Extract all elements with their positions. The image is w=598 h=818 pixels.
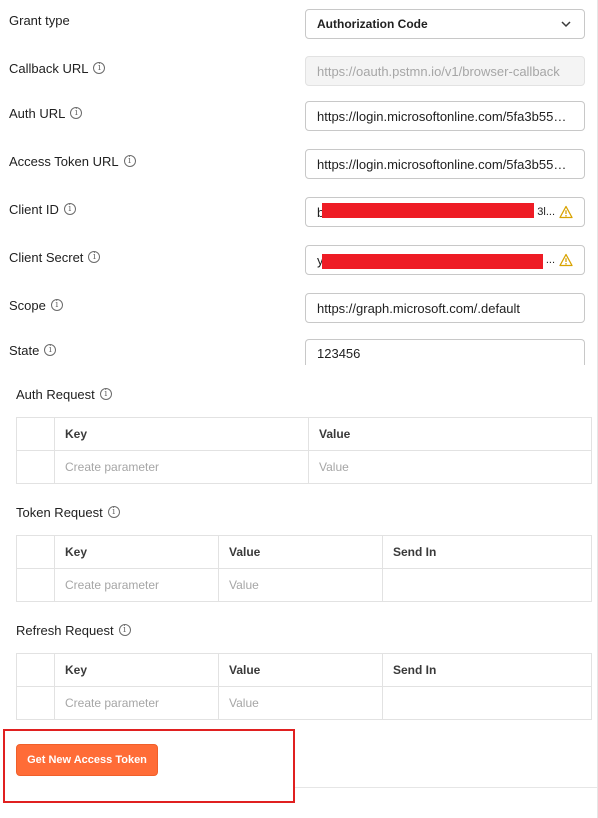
row-checkbox-cell	[16, 686, 55, 720]
auth-url-label: Auth URL i	[9, 104, 83, 122]
value-cell[interactable]: Value	[218, 568, 383, 602]
state-input[interactable]: 123456	[305, 339, 585, 365]
chevron-down-icon	[561, 21, 571, 28]
callback-url-label: Callback URL i	[9, 59, 106, 77]
info-icon[interactable]: i	[118, 624, 131, 636]
send-in-cell[interactable]	[382, 686, 592, 720]
client-id-label: Client ID i	[9, 200, 76, 218]
grant-type-label: Grant type	[9, 11, 70, 29]
access-token-url-label-text: Access Token URL	[9, 153, 119, 169]
client-secret-value-end: ...	[545, 254, 555, 266]
column-header-value: Value	[308, 417, 592, 451]
callback-url-field: https://oauth.pstmn.io/v1/browser-callba…	[305, 56, 585, 86]
table-row: Create parameter Value	[16, 450, 592, 484]
access-token-url-input[interactable]: https://login.microsoftonline.com/5fa3b5…	[305, 149, 585, 179]
auth-request-label-text: Auth Request	[16, 386, 95, 402]
info-icon[interactable]: i	[107, 506, 120, 518]
checkbox-column-header	[16, 653, 55, 687]
value-cell[interactable]: Value	[218, 686, 383, 720]
client-id-label-text: Client ID	[9, 201, 59, 217]
key-cell[interactable]: Create parameter	[54, 568, 219, 602]
info-icon[interactable]: i	[63, 203, 76, 215]
checkbox-column-header	[16, 417, 55, 451]
table-row: Create parameter Value	[16, 568, 592, 602]
info-icon[interactable]: i	[93, 62, 106, 74]
auth-request-label: Auth Request i	[16, 385, 112, 403]
key-cell[interactable]: Create parameter	[54, 450, 309, 484]
table-row: Create parameter Value	[16, 686, 592, 720]
token-request-label: Token Request i	[16, 503, 120, 521]
table-header-row: Key Value Send In	[16, 653, 592, 687]
token-request-label-text: Token Request	[16, 504, 103, 520]
token-request-table: Key Value Send In Create parameter Value	[16, 535, 592, 602]
table-header-row: Key Value Send In	[16, 535, 592, 569]
client-secret-redaction	[322, 254, 543, 269]
column-header-value: Value	[218, 535, 383, 569]
column-header-key: Key	[54, 417, 309, 451]
row-checkbox-cell	[16, 450, 55, 484]
info-icon[interactable]: i	[50, 299, 63, 311]
refresh-request-label-text: Refresh Request	[16, 622, 114, 638]
checkbox-column-header	[16, 535, 55, 569]
scope-input[interactable]: https://graph.microsoft.com/.default	[305, 293, 585, 323]
column-header-send-in: Send In	[382, 535, 592, 569]
column-header-key: Key	[54, 535, 219, 569]
access-token-url-value: https://login.microsoftonline.com/5fa3b5…	[317, 156, 573, 172]
key-cell[interactable]: Create parameter	[54, 686, 219, 720]
value-cell[interactable]: Value	[308, 450, 592, 484]
auth-url-value: https://login.microsoftonline.com/5fa3b5…	[317, 108, 573, 124]
refresh-request-table: Key Value Send In Create parameter Value	[16, 653, 592, 720]
column-header-key: Key	[54, 653, 219, 687]
scope-label-text: Scope	[9, 297, 46, 313]
info-icon[interactable]: i	[88, 251, 101, 263]
callback-url-label-text: Callback URL	[9, 60, 89, 76]
grant-type-select[interactable]: Authorization Code	[305, 9, 585, 39]
info-icon[interactable]: i	[123, 155, 136, 167]
get-new-access-token-button[interactable]: Get New Access Token	[16, 744, 158, 776]
divider	[295, 787, 598, 788]
state-label-text: State	[9, 342, 40, 358]
info-icon[interactable]: i	[99, 388, 112, 400]
callback-url-value: https://oauth.pstmn.io/v1/browser-callba…	[317, 63, 560, 79]
column-header-send-in: Send In	[382, 653, 592, 687]
client-id-value-end: 3l...	[537, 206, 555, 218]
client-secret-label-text: Client Secret	[9, 249, 84, 265]
state-value: 123456	[317, 346, 361, 361]
client-id-redaction	[322, 203, 534, 218]
warning-icon	[559, 253, 573, 267]
auth-url-input[interactable]: https://login.microsoftonline.com/5fa3b5…	[305, 101, 585, 131]
access-token-url-label: Access Token URL i	[9, 152, 136, 170]
column-header-value: Value	[218, 653, 383, 687]
grant-type-label-text: Grant type	[9, 12, 70, 28]
send-in-cell[interactable]	[382, 568, 592, 602]
scope-value: https://graph.microsoft.com/.default	[317, 300, 521, 316]
scope-label: Scope i	[9, 296, 63, 314]
client-secret-label: Client Secret i	[9, 248, 101, 266]
info-icon[interactable]: i	[70, 107, 83, 119]
state-label: State i	[9, 341, 57, 359]
row-checkbox-cell	[16, 568, 55, 602]
info-icon[interactable]: i	[44, 344, 57, 356]
auth-url-label-text: Auth URL	[9, 105, 66, 121]
table-header-row: Key Value	[16, 417, 592, 451]
oauth2-config-panel: Grant type Authorization Code Callback U…	[0, 0, 598, 818]
auth-request-table: Key Value Create parameter Value	[16, 417, 592, 484]
grant-type-value: Authorization Code	[317, 17, 428, 31]
refresh-request-label: Refresh Request i	[16, 621, 131, 639]
warning-icon	[559, 205, 573, 219]
